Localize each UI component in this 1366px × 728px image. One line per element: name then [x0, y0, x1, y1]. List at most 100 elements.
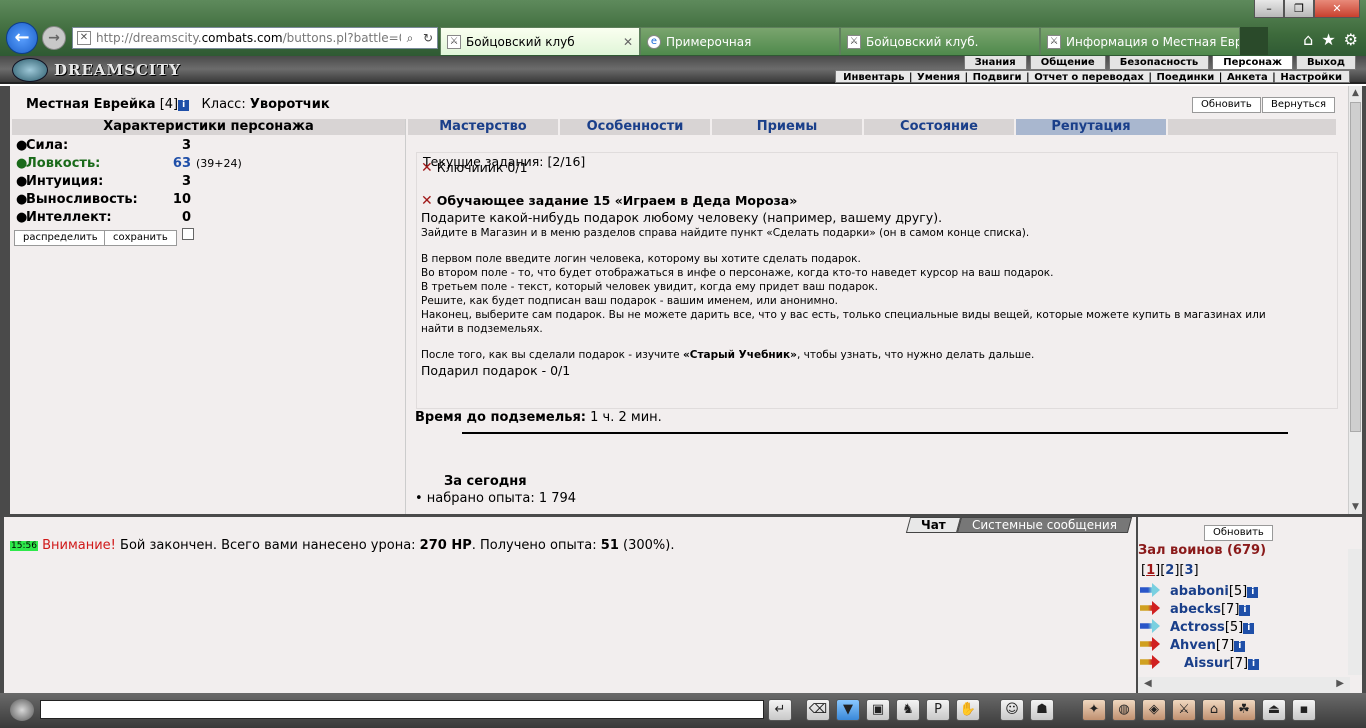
submenu-feats[interactable]: Подвиги [973, 72, 1022, 83]
room-hscrollbar[interactable]: ◀ ▶ [1138, 677, 1350, 693]
browser-tab-4[interactable]: ⚔ Информация о Местная Евре... [1040, 27, 1240, 55]
page-1[interactable]: 1 [1146, 563, 1155, 578]
menu-knowledge[interactable]: Знания [963, 56, 1027, 70]
info-icon[interactable]: i [1234, 641, 1246, 652]
submenu-settings[interactable]: Настройки [1280, 72, 1342, 83]
old-textbook-link[interactable]: «Старый Учебник» [683, 349, 797, 361]
submenu-skills[interactable]: Умения [917, 72, 960, 83]
maximize-button[interactable]: ❐ [1284, 0, 1314, 18]
fighter-icon[interactable]: ♞ [896, 699, 920, 721]
submenu-duels[interactable]: Поединки [1157, 72, 1215, 83]
pet-icon[interactable]: ☘ [1232, 699, 1256, 721]
minimize-button[interactable]: – [1254, 0, 1284, 18]
submenu-transfers[interactable]: Отчет о переводах [1034, 72, 1144, 83]
player-row[interactable]: abecks[7] i [1140, 601, 1251, 619]
tab-techniques[interactable]: Приемы [712, 119, 862, 135]
tab-features[interactable]: Особенности [560, 119, 710, 135]
tab-title: Информация о Местная Евре... [1066, 34, 1239, 49]
tab-favicon-icon: ⚔ [847, 34, 861, 49]
search-icon[interactable]: ⌕ [401, 31, 419, 46]
favicon-icon: ✕ [77, 31, 91, 45]
player-row[interactable]: Ahven[7] i [1140, 637, 1246, 655]
player-row[interactable]: Actross[5] i [1140, 619, 1255, 637]
save-stats-button[interactable]: сохранить [104, 230, 177, 246]
team-icon [1140, 655, 1160, 669]
scroll-down-icon[interactable]: ▼ [1349, 500, 1362, 514]
player-row[interactable]: ababoni[5] i [1140, 583, 1259, 601]
scroll-thumb[interactable] [1350, 102, 1361, 432]
close-tab-icon[interactable]: ✕ [615, 35, 633, 49]
favorites-star-icon[interactable]: ★ [1321, 30, 1335, 49]
helmet-icon[interactable]: ☗ [1030, 699, 1054, 721]
save-disk-icon[interactable]: ▣ [866, 699, 890, 721]
message-time[interactable]: 15:56 [10, 541, 38, 551]
menu-communication[interactable]: Общение [1029, 56, 1106, 70]
room-panel: Обновить Зал воинов (679) [1][2][3] abab… [1136, 517, 1366, 693]
gear-icon[interactable]: ⚙ [1344, 30, 1358, 49]
refresh-icon[interactable]: ↻ [419, 31, 437, 45]
browser-tab-2[interactable]: e Примерочная [640, 27, 840, 55]
eraser-icon[interactable]: ⌫ [806, 699, 830, 721]
menu-character[interactable]: Персонаж [1212, 56, 1293, 70]
tab-mastery[interactable]: Мастерство [408, 119, 558, 135]
bag-icon[interactable]: ◍ [1112, 699, 1136, 721]
tabs-filler [1168, 119, 1336, 135]
chat-message: 15:56 Внимание! Бой закончен. Всего вами… [10, 538, 675, 553]
private-icon[interactable]: P [926, 699, 950, 721]
info-icon[interactable]: i [1247, 587, 1259, 598]
back-button[interactable]: ← [6, 22, 38, 54]
home-icon[interactable]: ⌂ [1303, 30, 1313, 49]
hand-icon[interactable]: ✋ [956, 699, 980, 721]
room-scrollbar[interactable] [1348, 549, 1362, 675]
url-text: http://dreamscity.combats.com/buttons.pl… [96, 31, 401, 45]
browser-tab-1[interactable]: ⚔ Бойцовский клуб ✕ [440, 27, 640, 55]
new-tab-button[interactable] [1240, 27, 1268, 55]
tab-state[interactable]: Состояние [864, 119, 1014, 135]
player-row[interactable]: Aissur[7] i [1140, 655, 1260, 673]
stat-strength: ●Сила: 3 [16, 138, 191, 153]
magic-wand-icon[interactable]: ✦ [1082, 699, 1106, 721]
page-3[interactable]: 3 [1184, 563, 1193, 578]
close-window-button[interactable]: ✕ [1314, 0, 1360, 18]
bottom-toolbar: ↵ ⌫ ▼ ▣ ♞ P ✋ ☺ ☗ ✦ ◍ ◈ ⚔ ⌂ ☘ ⏏ ▪ [0, 693, 1366, 728]
chat-avatar-icon[interactable] [10, 699, 34, 721]
smiley-icon[interactable]: ☺ [1000, 699, 1024, 721]
page-2[interactable]: 2 [1165, 563, 1174, 578]
exit-door-icon[interactable]: ⏏ [1262, 699, 1286, 721]
submenu-profile[interactable]: Анкета [1227, 72, 1268, 83]
shield-icon[interactable]: ◈ [1142, 699, 1166, 721]
info-icon[interactable]: i [1248, 659, 1260, 670]
refresh-button[interactable]: Обновить [1192, 97, 1261, 113]
submenu-inventory[interactable]: Инвентарь [843, 72, 904, 83]
armor-icon[interactable]: ⚔ [1172, 699, 1196, 721]
address-bar[interactable]: ✕ http://dreamscity.combats.com/buttons.… [72, 27, 438, 49]
scroll-up-icon[interactable]: ▲ [1349, 86, 1362, 100]
stats-checkbox[interactable] [182, 228, 194, 240]
menu-security[interactable]: Безопасность [1108, 56, 1210, 70]
browser-chrome: – ❐ ✕ ← → ✕ http://dreamscity.combats.co… [0, 0, 1366, 56]
info-icon[interactable]: i [178, 100, 190, 111]
content-scrollbar[interactable]: ▲ ▼ [1348, 86, 1362, 514]
menu-exit[interactable]: Выход [1295, 56, 1356, 70]
tab-system-messages[interactable]: Системные сообщения [956, 517, 1133, 533]
tab-reputation[interactable]: Репутация [1016, 119, 1166, 135]
distribute-button[interactable]: распределить [14, 230, 107, 246]
cancel-quest-icon[interactable]: ✕ [421, 160, 433, 176]
scroll-right-icon[interactable]: ▶ [1336, 678, 1344, 689]
dungeon-timer: Время до подземелья: 1 ч. 2 мин. [415, 410, 662, 425]
info-icon[interactable]: i [1239, 605, 1251, 616]
chat-input[interactable] [40, 700, 764, 719]
tab-chat[interactable]: Чат [906, 517, 962, 533]
forward-button[interactable]: → [42, 26, 66, 50]
scroll-left-icon[interactable]: ◀ [1144, 678, 1152, 689]
quest-text: Во втором поле - то, что будет отображат… [421, 267, 1054, 279]
house-icon[interactable]: ⌂ [1202, 699, 1226, 721]
room-refresh-button[interactable]: Обновить [1204, 525, 1273, 541]
browser-tab-3[interactable]: ⚔ Бойцовский клуб. [840, 27, 1040, 55]
cancel-quest-icon[interactable]: ✕ [421, 193, 433, 209]
filter-icon[interactable]: ▼ [836, 699, 860, 721]
window-icon[interactable]: ▪ [1292, 699, 1316, 721]
info-icon[interactable]: i [1243, 623, 1255, 634]
return-button[interactable]: Вернуться [1262, 97, 1336, 113]
send-icon[interactable]: ↵ [768, 699, 792, 721]
